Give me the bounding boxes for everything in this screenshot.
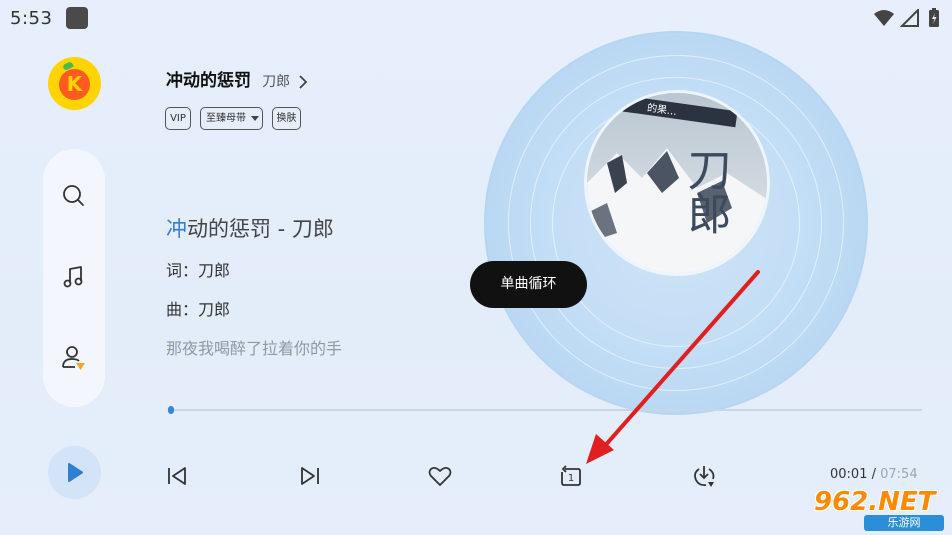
tag-quality-label: 至臻母带 (206, 113, 246, 124)
album-art[interactable]: 的果… 刀郎 (584, 90, 770, 276)
wifi-icon (874, 10, 894, 26)
search-icon[interactable] (59, 181, 89, 211)
album-cover-image: 的果… 刀郎 (587, 93, 767, 273)
song-title: 冲动的惩罚 (166, 71, 251, 91)
tag-skin[interactable]: 换肤 (272, 107, 301, 130)
sidebar-nav (43, 149, 105, 407)
next-icon[interactable] (295, 461, 325, 491)
notification-app-icon (66, 7, 88, 29)
watermark-sub: 乐游网 (864, 515, 944, 531)
heart-icon[interactable] (425, 461, 455, 491)
lyric-line: 词：刀郎 (166, 261, 231, 280)
site-watermark: 962.NET 乐游网 (808, 487, 946, 533)
time-separator: / (867, 467, 881, 482)
tag-vip[interactable]: VIP (165, 107, 191, 130)
lyric-title-rest: 动的惩罚 - 刀郎 (187, 217, 334, 241)
song-artist: 刀郎 (262, 74, 291, 90)
progress-knob[interactable] (168, 406, 174, 414)
play-icon (68, 463, 83, 482)
status-time: 5:53 (10, 8, 53, 29)
lyric-line: 曲：刀郎 (166, 300, 231, 319)
tag-quality-dropdown[interactable]: 至臻母带 (200, 107, 263, 130)
lyric-title: 冲动的惩罚 - 刀郎 (166, 213, 334, 243)
toast-message: 单曲循环 (470, 261, 587, 308)
previous-icon[interactable] (162, 461, 192, 491)
caret-down-icon (251, 116, 259, 121)
time-current: 00:01 (830, 467, 868, 482)
repeat-one-icon[interactable]: 1 (556, 461, 586, 491)
progress-bar[interactable] (168, 406, 922, 414)
time-total: 07:54 (880, 467, 918, 482)
logo-letter: K (66, 72, 83, 96)
play-button[interactable] (48, 446, 101, 499)
album-big-text: 刀郎 (680, 147, 731, 235)
svg-text:1: 1 (568, 473, 574, 484)
song-header[interactable]: 冲动的惩罚 刀郎 (166, 66, 309, 91)
music-note-icon[interactable] (59, 262, 89, 292)
download-icon[interactable] (689, 461, 719, 491)
profile-vip-icon[interactable] (59, 343, 89, 373)
watermark-main: 962.NET (814, 487, 936, 517)
lyric-upcoming: 那夜我喝醉了拉着你的手 (166, 339, 343, 358)
app-logo[interactable]: K (48, 57, 101, 110)
battery-icon (929, 8, 939, 27)
signal-icon (900, 9, 919, 27)
lyric-title-highlight: 冲 (166, 217, 187, 241)
playback-time: 00:01 / 07:54 (830, 467, 918, 482)
chevron-right-icon (299, 74, 308, 89)
status-bar: 5:53 (0, 0, 952, 38)
